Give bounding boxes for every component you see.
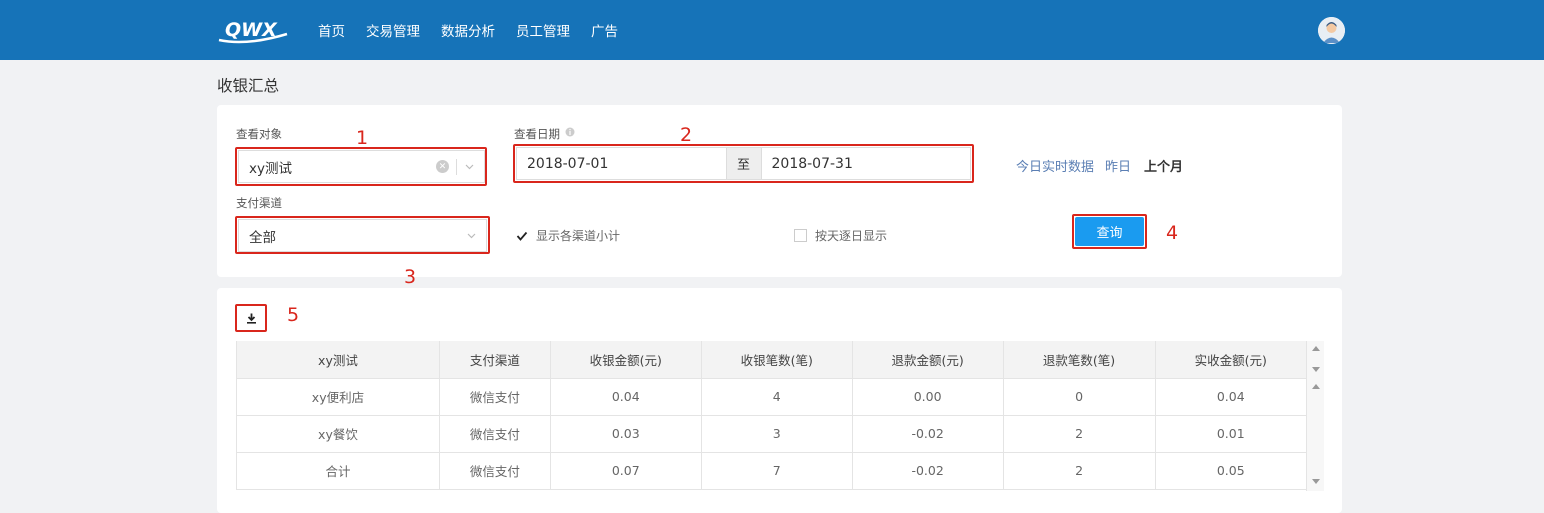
show-subtotal-label: 显示各渠道小计 bbox=[536, 229, 621, 243]
cell-refund-amount: -0.02 bbox=[852, 415, 1004, 453]
quick-yesterday[interactable]: 昨日 bbox=[1105, 156, 1131, 175]
nav-ads[interactable]: 广告 bbox=[591, 20, 618, 40]
page-title: 收银汇总 bbox=[217, 77, 280, 95]
table-row-total[interactable]: 合计 微信支付 0.07 7 -0.02 2 0.05 bbox=[236, 452, 1306, 490]
table-scrollbar[interactable] bbox=[1306, 341, 1324, 491]
annotation-number-3: 3 bbox=[404, 266, 417, 288]
main-nav: 首页 交易管理 数据分析 员工管理 广告 bbox=[318, 0, 639, 60]
daily-display-label: 按天逐日显示 bbox=[815, 229, 888, 243]
col-header-net-amount[interactable]: 实收金额(元) bbox=[1155, 341, 1306, 379]
daily-display-checkbox[interactable]: 按天逐日显示 bbox=[794, 227, 887, 244]
scroll-down-icon[interactable] bbox=[1312, 479, 1320, 484]
cell-net-amount: 0.05 bbox=[1155, 452, 1306, 490]
cell-cash-amount: 0.04 bbox=[550, 378, 702, 416]
annotation-number-4: 4 bbox=[1166, 222, 1179, 244]
scroll-down-icon[interactable] bbox=[1312, 367, 1320, 372]
cell-target: xy便利店 bbox=[236, 378, 440, 416]
checkbox-unchecked-icon[interactable] bbox=[794, 229, 807, 242]
table-header-row: xy测试 支付渠道 收银金额(元) 收银笔数(笔) 退款金额(元) 退款笔数(笔… bbox=[236, 341, 1306, 379]
annotation-box-5 bbox=[235, 304, 267, 332]
cell-refund-amount: 0.00 bbox=[852, 378, 1004, 416]
scroll-up-icon[interactable] bbox=[1312, 346, 1320, 351]
quick-last-month[interactable]: 上个月 bbox=[1144, 156, 1183, 175]
cell-cash-amount: 0.07 bbox=[550, 452, 702, 490]
annotation-box-3 bbox=[235, 216, 490, 254]
show-subtotal-checkbox[interactable]: 显示各渠道小计 bbox=[515, 227, 620, 244]
target-label: 查看对象 bbox=[236, 127, 282, 141]
logo-text: QWX bbox=[225, 19, 278, 41]
cell-refund-amount: -0.02 bbox=[852, 452, 1004, 490]
table-row[interactable]: xy便利店 微信支付 0.04 4 0.00 0 0.04 bbox=[236, 378, 1306, 416]
cell-refund-count: 2 bbox=[1003, 415, 1156, 453]
annotation-number-2: 2 bbox=[680, 124, 693, 146]
nav-trade-management[interactable]: 交易管理 bbox=[366, 20, 420, 40]
cell-channel: 微信支付 bbox=[439, 452, 551, 490]
col-header-refund-count[interactable]: 退款笔数(笔) bbox=[1003, 341, 1156, 379]
cell-cash-count: 3 bbox=[701, 415, 853, 453]
col-header-target[interactable]: xy测试 bbox=[236, 341, 440, 379]
cell-cash-amount: 0.03 bbox=[550, 415, 702, 453]
cell-cash-count: 7 bbox=[701, 452, 853, 490]
annotation-box-1 bbox=[235, 147, 487, 186]
annotation-number-5: 5 bbox=[287, 304, 300, 326]
cell-net-amount: 0.04 bbox=[1155, 378, 1306, 416]
nav-staff-management[interactable]: 员工管理 bbox=[516, 20, 570, 40]
cell-target: xy餐饮 bbox=[236, 415, 440, 453]
scroll-up-icon[interactable] bbox=[1312, 384, 1320, 389]
annotation-box-4 bbox=[1072, 214, 1147, 249]
checkbox-checked-icon[interactable] bbox=[515, 229, 528, 242]
table-row[interactable]: xy餐饮 微信支付 0.03 3 -0.02 2 0.01 bbox=[236, 415, 1306, 453]
col-header-cash-amount[interactable]: 收银金额(元) bbox=[550, 341, 702, 379]
annotation-number-1: 1 bbox=[356, 127, 369, 149]
cell-refund-count: 2 bbox=[1003, 452, 1156, 490]
cell-channel: 微信支付 bbox=[439, 378, 551, 416]
qwx-logo[interactable]: QWX bbox=[217, 16, 291, 46]
col-header-channel[interactable]: 支付渠道 bbox=[439, 341, 551, 379]
annotation-box-2 bbox=[513, 144, 974, 183]
cell-cash-count: 4 bbox=[701, 378, 853, 416]
nav-data-analysis[interactable]: 数据分析 bbox=[441, 20, 495, 40]
cell-net-amount: 0.01 bbox=[1155, 415, 1306, 453]
date-label: 查看日期 bbox=[514, 127, 560, 141]
cell-target: 合计 bbox=[236, 452, 440, 490]
cell-channel: 微信支付 bbox=[439, 415, 551, 453]
user-avatar[interactable] bbox=[1318, 17, 1345, 44]
nav-home[interactable]: 首页 bbox=[318, 20, 345, 40]
top-navbar: QWX 首页 交易管理 数据分析 员工管理 广告 bbox=[0, 0, 1544, 60]
summary-table: xy测试 支付渠道 收银金额(元) 收银笔数(笔) 退款金额(元) 退款笔数(笔… bbox=[236, 341, 1306, 490]
col-header-cash-count[interactable]: 收银笔数(笔) bbox=[701, 341, 853, 379]
col-header-refund-amount[interactable]: 退款金额(元) bbox=[852, 341, 1004, 379]
info-icon[interactable] bbox=[565, 127, 575, 137]
quick-today-realtime[interactable]: 今日实时数据 bbox=[1016, 156, 1094, 175]
cell-refund-count: 0 bbox=[1003, 378, 1156, 416]
channel-label: 支付渠道 bbox=[236, 196, 282, 210]
